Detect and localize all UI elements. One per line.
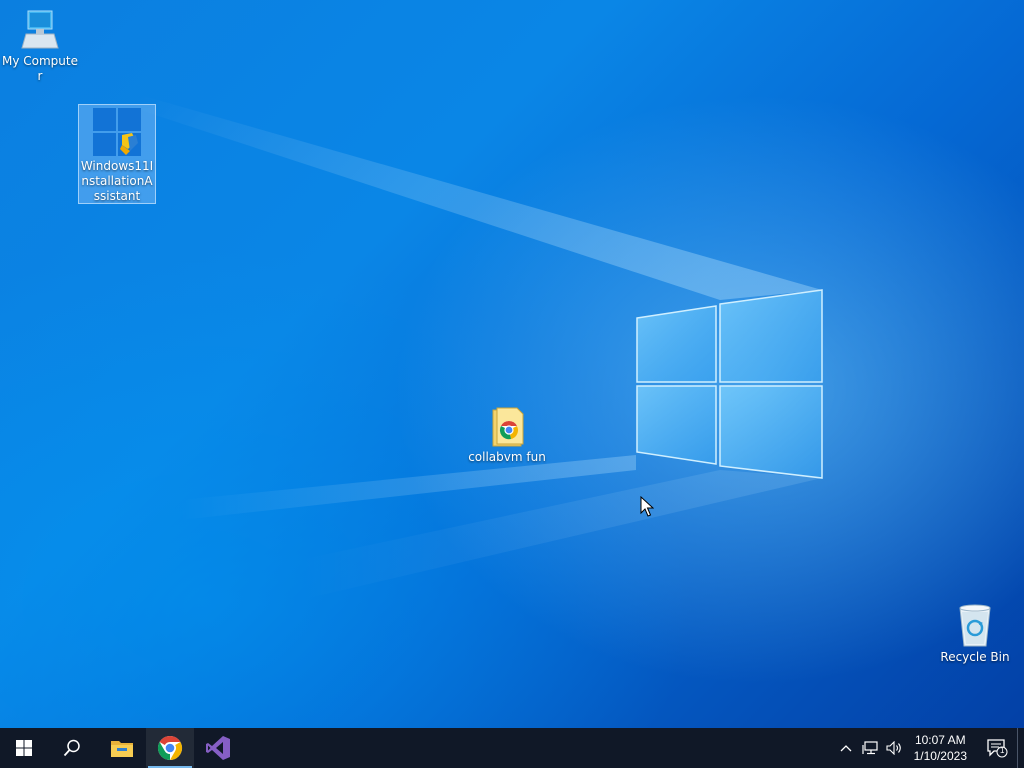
action-center-button[interactable]: 1	[977, 728, 1017, 768]
desktop-icon-recycle-bin[interactable]: Recycle Bin	[935, 602, 1015, 665]
folder-icon	[111, 741, 133, 757]
desktop-icon-collabvm-fun[interactable]: collabvm fun	[467, 406, 547, 465]
desktop-icon-windows11-installation-assistant[interactable]: Windows11InstallationAssistant	[78, 104, 156, 204]
clock-button[interactable]: 10:07 AM 1/10/2023	[906, 732, 977, 764]
visual-studio-button[interactable]	[194, 728, 242, 768]
windows-logo-icon	[16, 740, 32, 756]
desktop-icon-label: My Computer	[2, 54, 78, 83]
volume-button[interactable]	[882, 728, 906, 768]
taskbar: 10:07 AM 1/10/2023 1	[0, 728, 1024, 768]
file-explorer-button[interactable]	[98, 728, 146, 768]
clock-time: 10:07 AM	[914, 733, 966, 747]
mouse-cursor-icon	[640, 496, 654, 517]
start-button[interactable]	[0, 728, 48, 768]
desktop-icon-my-computer[interactable]: My Computer	[0, 8, 80, 84]
chevron-up-icon	[840, 745, 852, 752]
chrome-shortcut-folder-icon	[492, 407, 524, 447]
search-icon	[63, 739, 80, 757]
volume-icon	[886, 741, 901, 755]
show-desktop-button[interactable]	[1017, 728, 1024, 768]
network-button[interactable]	[858, 728, 882, 768]
desktop-icon-label: Recycle Bin	[940, 650, 1010, 664]
desktop[interactable]: My Computer Windows11InstallationAssista…	[0, 0, 1024, 728]
visual-studio-icon	[206, 736, 230, 760]
system-tray: 10:07 AM 1/10/2023 1	[834, 728, 1024, 768]
windows11-installer-icon	[93, 108, 141, 156]
desktop-icon-label: collabvm fun	[468, 450, 546, 464]
chrome-icon	[157, 736, 183, 760]
desktop-icon-label: Windows11InstallationAssistant	[80, 159, 154, 203]
search-button[interactable]	[48, 728, 96, 768]
notification-icon	[987, 739, 1008, 758]
notification-count-badge: 1	[1000, 746, 1005, 755]
computer-icon	[21, 10, 59, 49]
clock-date: 1/10/2023	[913, 749, 967, 763]
network-icon	[862, 741, 878, 755]
show-hidden-icons-button[interactable]	[834, 728, 858, 768]
chrome-button[interactable]	[146, 728, 194, 768]
recycle-bin-icon	[959, 604, 991, 647]
wallpaper-windows-logo	[636, 289, 823, 479]
